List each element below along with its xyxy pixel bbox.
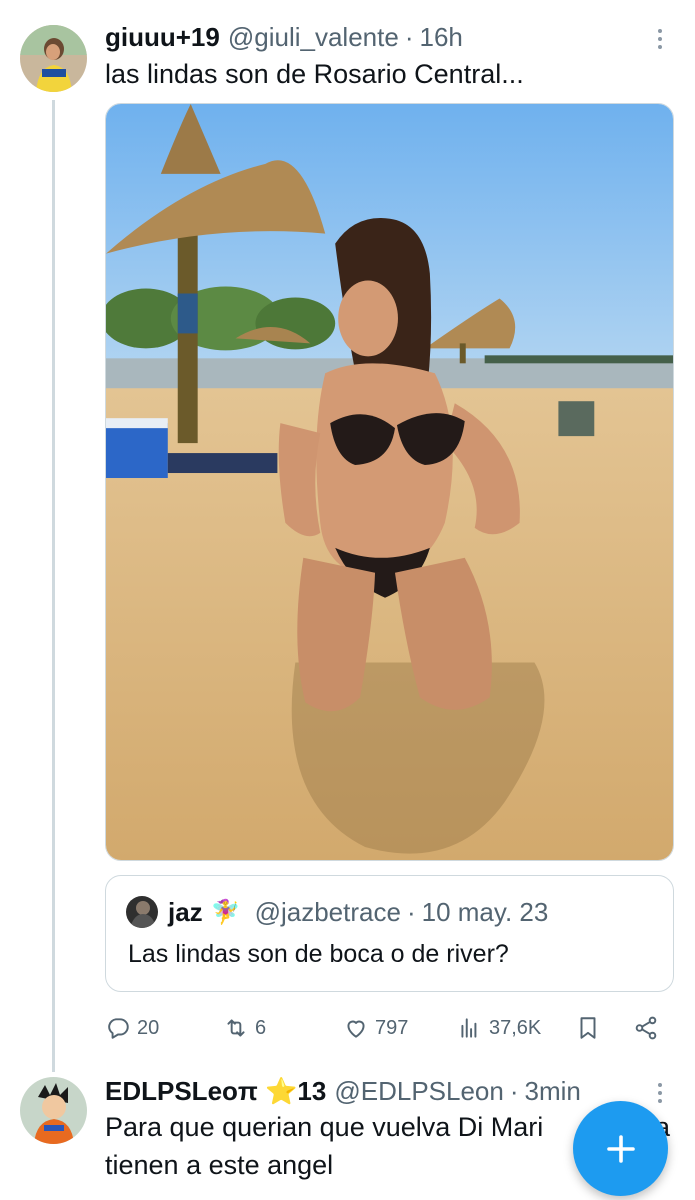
separator-dot: · [404,22,414,52]
share-button[interactable] [633,1008,665,1048]
compose-button[interactable] [573,1101,668,1196]
quoted-author-display-name[interactable]: jaz [168,897,203,928]
quoted-author-handle[interactable]: @jazbetrace [255,897,401,928]
tweet-timestamp[interactable]: 16h [419,22,462,53]
tweet-action-bar: 20 6 797 37,6K [105,1008,665,1048]
author-avatar[interactable] [20,25,87,92]
reply-timestamp[interactable]: 3min [525,1076,581,1107]
share-icon [635,1016,657,1040]
retweet-button[interactable]: 6 [223,1008,266,1048]
compose-icon [606,1134,635,1163]
like-button[interactable]: 797 [343,1008,408,1048]
quoted-tweet-text: Las lindas son de boca o de river? [128,940,509,968]
view-count: 37,6K [489,1016,542,1039]
reply-author-handle[interactable]: @EDLPSLeon [334,1076,504,1107]
separator-dot: · [509,1076,519,1106]
fairy-emoji: 🧚‍♀️ [210,898,241,926]
reply-tweet-header: EDLPSLeoπ ⭐13 @EDLPSLeon · 3min [105,1076,581,1107]
bookmark-icon [580,1017,596,1039]
reply-text-line1: Para que querian que vuelva Di Mari [105,1112,544,1142]
more-icon[interactable] [650,24,670,54]
author-handle[interactable]: @giuli_valente [228,22,399,53]
quoted-author-avatar[interactable] [126,896,158,928]
reply-author-avatar[interactable] [20,1077,87,1144]
views-icon [461,1018,477,1038]
retweet-count: 6 [255,1016,267,1039]
more-icon[interactable] [650,1078,670,1108]
reply-author-display-name[interactable]: EDLPSLeoπ ⭐13 [105,1076,326,1107]
thread-connector-line [52,100,55,1072]
like-count: 797 [375,1016,409,1039]
bookmark-button[interactable] [575,1008,607,1048]
reply-icon [108,1018,129,1039]
retweet-icon [227,1019,245,1037]
quoted-tweet-card[interactable]: jaz 🧚‍♀️ @jazbetrace · 10 may. 23 Las li… [105,875,674,992]
tweet-header: giuuu+19 @giuli_valente · 16h [105,22,463,53]
quoted-tweet-header: jaz 🧚‍♀️ @jazbetrace · 10 may. 23 [126,896,548,928]
reply-button[interactable]: 20 [105,1008,159,1048]
separator-dot: · [406,896,416,927]
author-display-name[interactable]: giuuu+19 [105,22,220,53]
reply-text-line2: tienen a este angel [105,1150,334,1180]
reply-count: 20 [137,1016,160,1039]
views-button[interactable]: 37,6K [457,1008,541,1048]
tweet-photo[interactable] [105,103,674,861]
reply-tweet-text-line1: Para que querian que vuelva Di Mari [105,1108,543,1146]
tweet-text: las lindas son de Rosario Central... [105,59,524,89]
like-icon [347,1020,365,1038]
quoted-tweet-date[interactable]: 10 may. 23 [422,897,549,928]
